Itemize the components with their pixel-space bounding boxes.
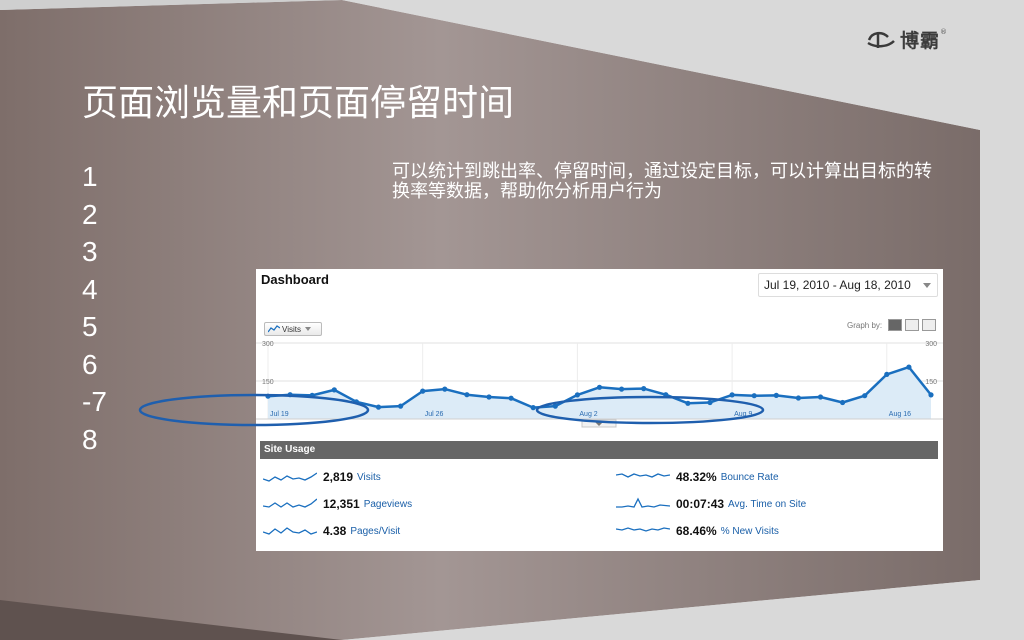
graph-by-month-button[interactable] — [922, 319, 936, 331]
sparkline-icon — [263, 527, 317, 535]
metric-visits: 2,819 Visits — [263, 469, 381, 485]
data-point — [795, 395, 802, 401]
line-chart-icon — [268, 325, 280, 333]
list-item: -7 — [82, 386, 107, 417]
metric-link[interactable]: Pageviews — [364, 499, 412, 510]
list-item: 3 — [82, 236, 98, 267]
data-point — [265, 393, 271, 399]
list-item: 8 — [82, 423, 98, 455]
y-tick-label: 300 — [262, 341, 274, 348]
data-point — [309, 392, 315, 398]
data-point — [729, 392, 735, 398]
data-point — [773, 392, 779, 398]
graph-by-day-button[interactable] — [888, 319, 902, 331]
metric-link[interactable]: Visits — [357, 472, 381, 483]
metric-bounce-rate: 48.32% Bounce Rate — [616, 469, 779, 485]
date-range-selector[interactable]: Jul 19, 2010 - Aug 18, 2010 — [758, 273, 938, 297]
metric-link[interactable]: Bounce Rate — [721, 472, 779, 483]
data-point — [442, 386, 448, 392]
data-point — [508, 395, 514, 401]
data-point — [375, 404, 382, 410]
x-tick-label: Jul 19 — [270, 411, 289, 418]
y-tick-label: 300 — [925, 341, 937, 348]
graph-by-label: Graph by: — [847, 321, 883, 330]
data-point — [287, 392, 293, 398]
data-point — [420, 388, 426, 394]
analytics-dashboard-screenshot: Dashboard Jul 19, 2010 - Aug 18, 2010 Vi… — [256, 269, 943, 551]
numbered-list: 1 2 3 4 5 6 -7 8 — [82, 158, 107, 458]
brand-logo-icon — [867, 31, 895, 48]
data-point — [464, 392, 470, 398]
data-point — [817, 394, 824, 400]
slide-description: 可以统计到跳出率、停留时间，通过设定目标，可以计算出目标的转换率等数据，帮助你分… — [392, 161, 932, 202]
data-point — [663, 392, 669, 398]
data-point — [530, 405, 536, 411]
data-point — [574, 392, 580, 398]
visits-chart: 300 300 150 150 Jul 19 Jul 26 Aug 2 Aug 9 Aug 16 — [256, 341, 943, 428]
series-area — [268, 367, 931, 419]
chevron-down-icon — [304, 327, 311, 331]
brand-logo: 博霸 ® — [866, 26, 947, 52]
date-range-text: Jul 19, 2010 - Aug 18, 2010 — [764, 278, 911, 292]
metric-value: 12,351 — [323, 497, 360, 511]
data-point — [552, 403, 558, 409]
data-point — [641, 386, 647, 392]
data-point — [486, 394, 492, 400]
sparkline-icon — [616, 527, 670, 532]
x-tick-label: Jul 26 — [425, 411, 444, 418]
y-tick-label: 150 — [262, 379, 274, 386]
data-point — [862, 393, 868, 399]
data-point — [596, 384, 603, 390]
metric-avg-time: 00:07:43 Avg. Time on Site — [616, 496, 806, 512]
data-point — [398, 403, 404, 409]
x-tick-label: Aug 16 — [889, 411, 911, 418]
metric-value: 48.32% — [676, 470, 717, 484]
metric-link[interactable]: % New Visits — [721, 526, 779, 537]
data-point — [751, 393, 757, 399]
list-item: 2 — [82, 198, 98, 230]
slide-title: 页面浏览量和页面停留时间 — [82, 83, 515, 124]
sparkline-icon — [616, 473, 670, 478]
list-item: 1 — [82, 161, 98, 192]
list-item: 6 — [82, 348, 98, 380]
dashboard-title: Dashboard — [261, 272, 329, 287]
metric-selector-label: Visits — [282, 324, 301, 334]
sparkline-icon — [263, 472, 317, 482]
registered-mark: ® — [940, 28, 948, 36]
data-point — [928, 392, 934, 398]
x-tick-label: Aug 9 — [734, 411, 752, 418]
metric-pageviews: 12,351 Pageviews — [263, 496, 412, 512]
data-point — [353, 399, 359, 405]
brand-logo-text: 博霸 — [900, 29, 941, 52]
metric-new-visits: 68.46% % New Visits — [616, 523, 779, 539]
graph-by-week-button[interactable] — [905, 319, 919, 331]
list-item: 4 — [82, 273, 98, 305]
metric-value: 68.46% — [676, 524, 717, 538]
sparkline-icon — [616, 497, 670, 508]
data-point — [906, 364, 912, 370]
metric-link[interactable]: Avg. Time on Site — [728, 499, 806, 510]
data-point — [707, 399, 713, 406]
y-tick-label: 150 — [925, 379, 937, 386]
site-usage-header: Site Usage — [260, 441, 938, 459]
metric-link[interactable]: Pages/Visit — [350, 526, 400, 537]
sparkline-icon — [263, 498, 317, 508]
data-point — [840, 399, 846, 406]
metric-value: 4.38 — [323, 524, 347, 538]
metric-pages-per-visit: 4.38 Pages/Visit — [263, 523, 400, 539]
data-point — [685, 400, 691, 406]
metric-selector-button[interactable]: Visits — [264, 322, 322, 336]
data-point — [884, 371, 890, 377]
data-point — [619, 386, 625, 392]
metric-value: 2,819 — [323, 470, 354, 484]
chevron-down-icon — [923, 283, 931, 288]
data-point — [331, 387, 337, 393]
x-tick-label: Aug 2 — [579, 411, 597, 418]
list-item: 5 — [82, 311, 98, 342]
metric-value: 00:07:43 — [676, 497, 725, 511]
